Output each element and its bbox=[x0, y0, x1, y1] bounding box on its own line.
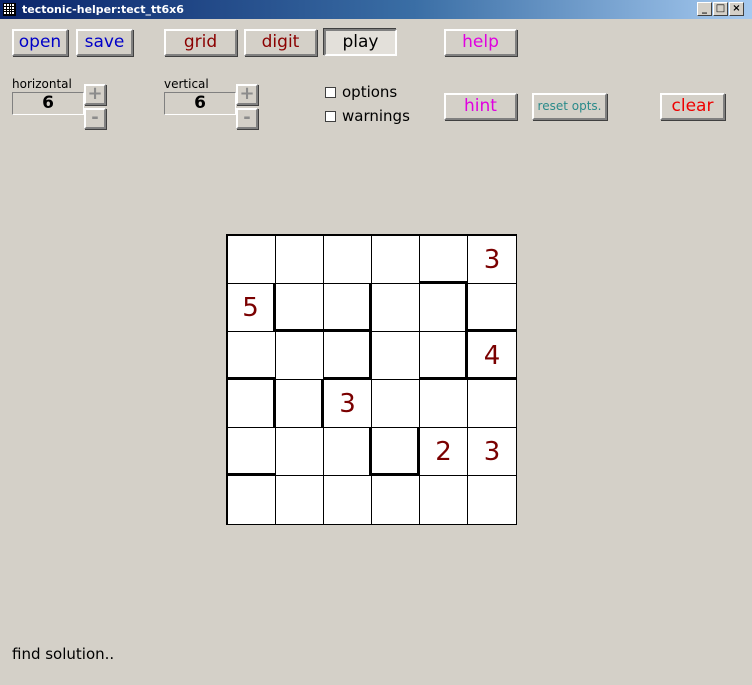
grid-cell-r4-c1[interactable] bbox=[228, 380, 276, 428]
grid-cell-r5-c1[interactable] bbox=[228, 428, 276, 476]
status-text: find solution.. bbox=[12, 645, 115, 663]
grid-cell-r1-c2[interactable] bbox=[276, 236, 324, 284]
save-button[interactable]: save bbox=[76, 29, 133, 56]
close-button[interactable]: × bbox=[729, 2, 744, 16]
window-title: tectonic-helper:tect_tt6x6 bbox=[22, 3, 184, 16]
grid-cell-r3-c3[interactable] bbox=[324, 332, 372, 380]
horizontal-plus-button[interactable]: + bbox=[84, 84, 106, 105]
maximize-button[interactable]: □ bbox=[713, 2, 728, 16]
digit-button[interactable]: digit bbox=[244, 29, 317, 56]
horizontal-label: horizontal bbox=[12, 77, 72, 91]
grid-cell-r6-c3[interactable] bbox=[324, 476, 372, 524]
grid-cell-r3-c5[interactable] bbox=[420, 332, 468, 380]
warnings-label: warnings bbox=[342, 107, 410, 125]
grid-cell-r1-c6[interactable]: 3 bbox=[468, 236, 516, 284]
warnings-checkbox-row[interactable]: warnings bbox=[325, 108, 410, 125]
clear-button[interactable]: clear bbox=[660, 93, 725, 120]
grid-cell-r2-c4[interactable] bbox=[372, 284, 420, 332]
grid-cell-r2-c6[interactable] bbox=[468, 284, 516, 332]
grid-cell-r1-c3[interactable] bbox=[324, 236, 372, 284]
vertical-label: vertical bbox=[164, 77, 209, 91]
grid-cell-r5-c6[interactable]: 3 bbox=[468, 428, 516, 476]
vertical-plus-button[interactable]: + bbox=[236, 84, 258, 105]
vertical-value[interactable]: 6 bbox=[164, 92, 236, 115]
grid-cell-r6-c4[interactable] bbox=[372, 476, 420, 524]
hint-button[interactable]: hint bbox=[444, 93, 517, 120]
grid-cell-r3-c1[interactable] bbox=[228, 332, 276, 380]
grid-cell-r3-c2[interactable] bbox=[276, 332, 324, 380]
grid-cell-r6-c2[interactable] bbox=[276, 476, 324, 524]
grid-cell-r2-c2[interactable] bbox=[276, 284, 324, 332]
grid-cell-r5-c3[interactable] bbox=[324, 428, 372, 476]
grid-cell-r2-c1[interactable]: 5 bbox=[228, 284, 276, 332]
grid-cell-r4-c6[interactable] bbox=[468, 380, 516, 428]
grid-cell-r1-c1[interactable] bbox=[228, 236, 276, 284]
grid-cell-r5-c2[interactable] bbox=[276, 428, 324, 476]
grid-cell-r3-c6[interactable]: 4 bbox=[468, 332, 516, 380]
open-button[interactable]: open bbox=[12, 29, 68, 56]
options-checkbox-row[interactable]: options bbox=[325, 84, 397, 101]
title-bar: tectonic-helper:tect_tt6x6 _ □ × bbox=[0, 0, 752, 19]
grid-cell-r4-c3[interactable]: 3 bbox=[324, 380, 372, 428]
app-grid-icon bbox=[3, 3, 16, 16]
grid-cell-r2-c5[interactable] bbox=[420, 284, 468, 332]
grid-cell-r5-c5[interactable]: 2 bbox=[420, 428, 468, 476]
puzzle-grid[interactable]: 354323 bbox=[226, 234, 517, 525]
grid-cell-r6-c6[interactable] bbox=[468, 476, 516, 524]
horizontal-value[interactable]: 6 bbox=[12, 92, 84, 115]
options-label: options bbox=[342, 83, 398, 101]
grid-cell-r4-c5[interactable] bbox=[420, 380, 468, 428]
options-checkbox[interactable] bbox=[325, 87, 336, 98]
grid-cell-r3-c4[interactable] bbox=[372, 332, 420, 380]
horizontal-minus-button[interactable]: - bbox=[84, 108, 106, 129]
grid-cell-r4-c2[interactable] bbox=[276, 380, 324, 428]
grid-cell-r6-c5[interactable] bbox=[420, 476, 468, 524]
grid-cell-r2-c3[interactable] bbox=[324, 284, 372, 332]
minimize-button[interactable]: _ bbox=[697, 2, 712, 16]
reset-options-button[interactable]: reset opts. bbox=[532, 93, 607, 120]
grid-cell-r1-c5[interactable] bbox=[420, 236, 468, 284]
grid-cell-r1-c4[interactable] bbox=[372, 236, 420, 284]
grid-cell-r4-c4[interactable] bbox=[372, 380, 420, 428]
grid-button[interactable]: grid bbox=[164, 29, 237, 56]
vertical-minus-button[interactable]: - bbox=[236, 108, 258, 129]
play-button[interactable]: play bbox=[324, 29, 397, 56]
help-button[interactable]: help bbox=[444, 29, 517, 56]
grid-cell-r6-c1[interactable] bbox=[228, 476, 276, 524]
warnings-checkbox[interactable] bbox=[325, 111, 336, 122]
grid-cell-r5-c4[interactable] bbox=[372, 428, 420, 476]
